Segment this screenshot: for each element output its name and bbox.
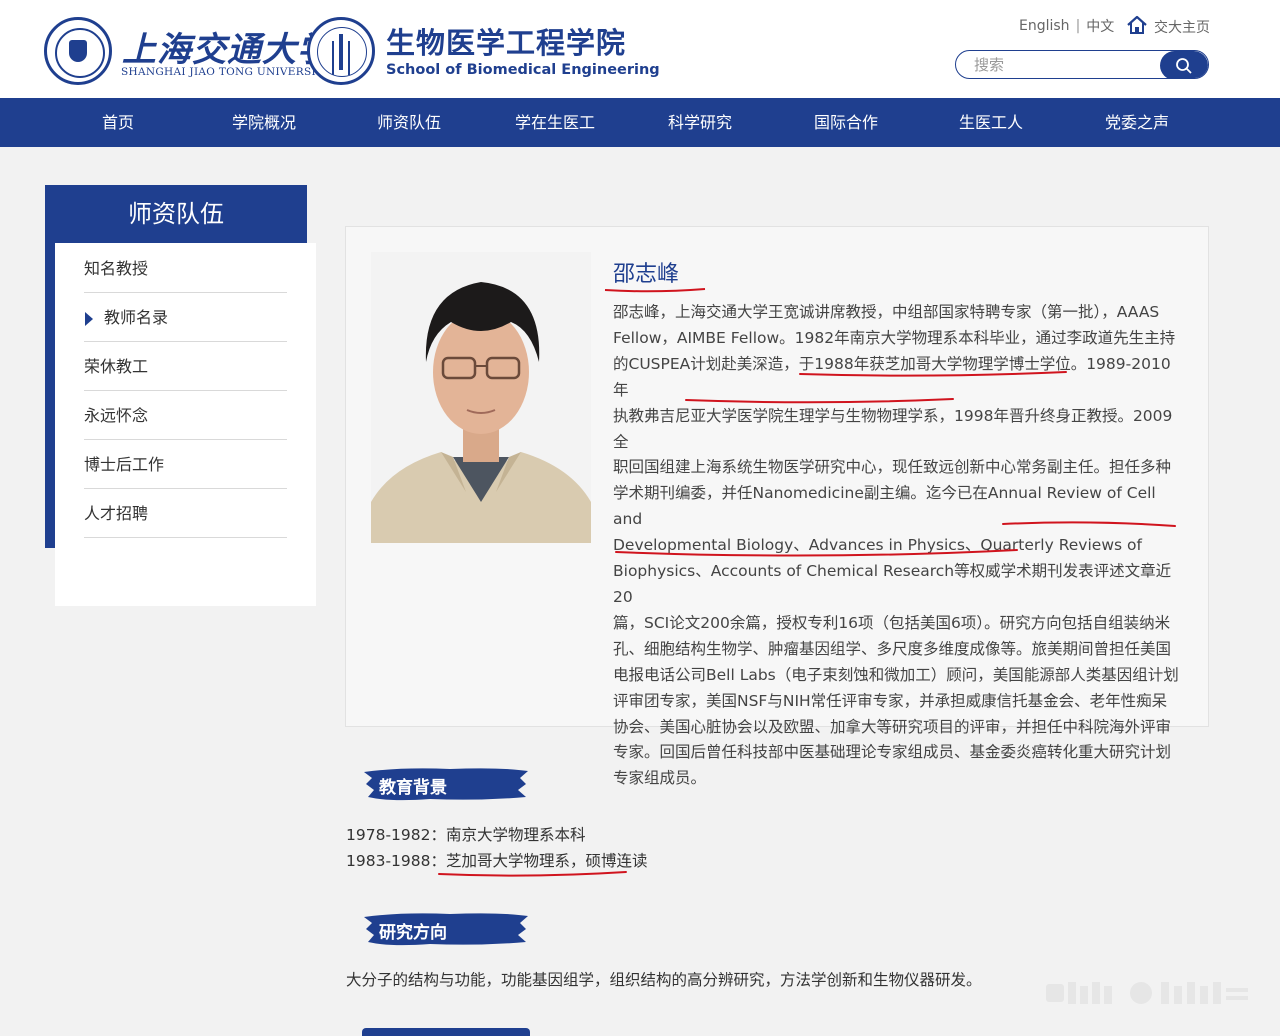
school-name-en: School of Biomedical Engineering — [386, 62, 660, 78]
nav-study[interactable]: 学在生医工 — [515, 98, 595, 147]
search-input[interactable] — [974, 54, 1154, 76]
sidebar-item-postdoc[interactable]: 博士后工作 — [84, 440, 287, 489]
sidebar-item-famous-professors[interactable]: 知名教授 — [84, 244, 287, 293]
education-entry: 1978-1982：南京大学物理系本科 — [346, 826, 586, 844]
sidebar-item-label: 博士后工作 — [84, 455, 165, 474]
bio-line: 孔、细胞结构生物学、肿瘤基因组学、多尺度多维度成像等。旅美期间曾担任美国 — [613, 639, 1172, 658]
bme-seal-logo-icon[interactable] — [307, 17, 375, 85]
nav-people[interactable]: 生医工人 — [959, 98, 1023, 147]
lang-chinese-link[interactable]: 中文 — [1086, 16, 1114, 36]
site-header: 上海交通大学 SHANGHAI JIAO TONG UNIVERSITY 生物医… — [0, 0, 1280, 98]
sidebar-item-in-memoriam[interactable]: 永远怀念 — [84, 391, 287, 440]
next-section-brush — [362, 1028, 530, 1036]
nav-international[interactable]: 国际合作 — [814, 98, 878, 147]
university-name-cn[interactable]: 上海交通大学 — [122, 22, 332, 71]
education-heading: 教育背景 — [379, 778, 447, 798]
name-annotation-underline — [604, 288, 706, 293]
search-icon — [1176, 58, 1192, 74]
bio-line: 执教弗吉尼亚大学医学院生理学与生物物理学系，1998年晋升终身正教授。2009全 — [613, 406, 1173, 451]
nav-about[interactable]: 学院概况 — [232, 98, 296, 147]
nav-party[interactable]: 党委之声 — [1105, 98, 1169, 147]
profile-name: 邵志峰 — [613, 262, 680, 287]
bio-line: 学术期刊编委，并任Nanomedicine副主编。迄今已在Annual Revi… — [613, 484, 1156, 529]
bio-line: 协会、美国心脏协会以及欧盟、加拿大等研究项目的评审，并担任中科院海外评审 — [613, 717, 1172, 736]
bio-line: Fellow，AIMBE Fellow。1982年南京大学物理系本科毕业，通过李… — [613, 328, 1176, 347]
nav-research[interactable]: 科学研究 — [668, 98, 732, 147]
research-text: 大分子的结构与功能，功能基因组学，组织结构的高分辨研究，方法学创新和生物仪器研发… — [346, 971, 982, 989]
sjtu-seal-logo-icon[interactable] — [44, 17, 112, 85]
school-name-cn[interactable]: 生物医学工程学院 — [386, 20, 626, 62]
university-name-en: SHANGHAI JIAO TONG UNIVERSITY — [121, 66, 331, 78]
sidebar-item-label: 荣休教工 — [84, 357, 149, 376]
bio-line: 评审团专家，美国NSF与NIH常任评审专家，并承担威康信托基金会、老年性痴呆 — [613, 691, 1168, 710]
bio-line: Developmental Biology、Advances in Physic… — [613, 536, 1142, 555]
bio-line: 邵志峰，上海交通大学王宽诚讲席教授，中组部国家特聘专家（第一批），AAAS — [613, 303, 1160, 321]
bio-line: Biophysics、Accounts of Chemical Research… — [613, 562, 1172, 606]
sidebar-title: 师资队伍 — [128, 200, 224, 228]
sidebar-item-label: 知名教授 — [84, 259, 149, 278]
bio-line: 职回国组建上海系统生物医学研究中心，现任致远创新中心常务副主任。担任多种 — [613, 458, 1172, 477]
research-heading: 研究方向 — [379, 923, 447, 943]
bio-line: 专家。回国后曾任科技部中医基础理论专家组成员、基金委炎癌转化重大研究计划 — [613, 743, 1172, 762]
profile-photo — [371, 252, 591, 543]
main-nav: 首页 学院概况 师资队伍 学在生医工 科学研究 国际合作 生医工人 党委之声 — [0, 98, 1280, 147]
bio-line: 的CUSPEA计划赴美深造，于1988年获芝加哥大学物理学博士学位。1989-2… — [613, 354, 1171, 399]
watermark-icon — [1046, 982, 1248, 1004]
profile-bio: 邵志峰，上海交通大学王宽诚讲席教授，中组部国家特聘专家（第一批），AAAS Fe… — [613, 300, 1183, 792]
search-box — [955, 50, 1209, 79]
bio-line: 篇，SCI论文200余篇，授权专利16项（包括美国6项）。研究方向包括自组装纳米 — [613, 613, 1171, 632]
nav-home[interactable]: 首页 — [102, 98, 134, 147]
lang-english-link[interactable]: English — [1019, 18, 1070, 34]
nav-faculty[interactable]: 师资队伍 — [377, 98, 441, 147]
sidebar-menu: 知名教授 教师名录 荣休教工 永远怀念 博士后工作 人才招聘 — [55, 243, 316, 606]
home-icon[interactable] — [1126, 14, 1148, 36]
active-arrow-icon — [85, 312, 93, 326]
lang-separator: | — [1075, 18, 1081, 34]
bio-line: 电报电话公司Bell Labs（电子束刻蚀和微加工）顾问，美国能源部人类基因组计… — [613, 665, 1179, 684]
sjtu-home-link[interactable]: 交大主页 — [1154, 17, 1210, 37]
sidebar-item-label: 永远怀念 — [84, 406, 149, 425]
search-button[interactable] — [1160, 51, 1208, 78]
sidebar-item-label: 教师名录 — [104, 308, 169, 327]
sidebar-item-label: 人才招聘 — [84, 504, 149, 523]
sidebar-item-recruitment[interactable]: 人才招聘 — [84, 489, 287, 538]
sidebar-item-retired-staff[interactable]: 荣休教工 — [84, 342, 287, 391]
language-switcher: English | 中文 — [1019, 16, 1114, 36]
bio-line: 专家组成员。 — [613, 769, 707, 788]
sidebar-item-faculty-directory[interactable]: 教师名录 — [84, 293, 287, 342]
education-entry: 1983-1988：芝加哥大学物理系，硕博连读 — [346, 852, 648, 870]
